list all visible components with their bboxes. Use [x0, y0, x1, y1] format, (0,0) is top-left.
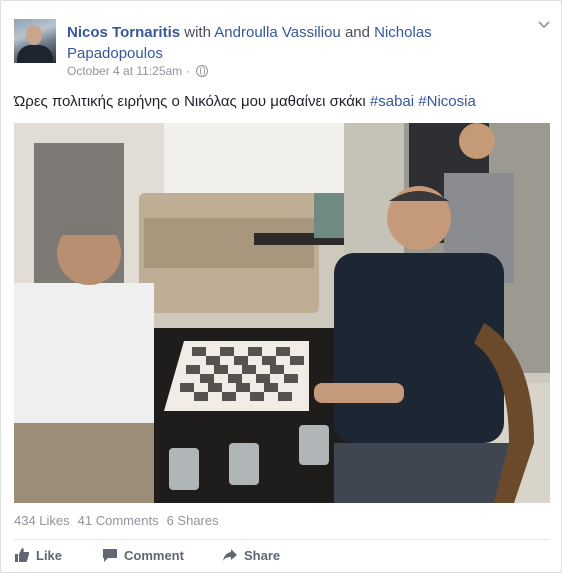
like-button[interactable]: Like [14, 547, 62, 563]
avatar-body [17, 45, 53, 63]
and-text: and [344, 24, 370, 41]
meta-separator: · [186, 64, 191, 78]
shares-count[interactable]: 6 Shares [167, 513, 219, 528]
share-label: Share [244, 547, 281, 563]
post-text: Ώρες πολιτικής ειρήνης ο Νικόλας μου μαθ… [14, 93, 476, 110]
post-text-main: Ώρες πολιτικής ειρήνης ο Νικόλας μου μαθ… [14, 93, 366, 110]
comment-label: Comment [124, 547, 184, 563]
divider [14, 539, 550, 540]
hashtag-nicosia[interactable]: #Nicosia [418, 93, 476, 110]
author-name[interactable]: Nicos Tornaritis [67, 24, 180, 41]
share-button[interactable]: Share [222, 547, 280, 563]
comment-icon [103, 549, 117, 562]
tagged-user-1[interactable]: Androulla Vassiliou [214, 24, 340, 41]
chevron-down-icon[interactable] [538, 21, 550, 29]
globe-icon[interactable] [196, 65, 209, 77]
post-timestamp[interactable]: October 4 at 11:25am [67, 64, 182, 78]
post-stats: 434 Likes 41 Comments 6 Shares [14, 513, 219, 528]
post-meta: October 4 at 11:25am · [67, 64, 209, 78]
photo-illustration [14, 123, 550, 503]
post-photo[interactable] [14, 123, 550, 503]
avatar-head [26, 25, 42, 45]
comments-count[interactable]: 41 Comments [78, 513, 159, 528]
author-avatar[interactable] [14, 19, 56, 63]
likes-count[interactable]: 434 Likes [14, 513, 70, 528]
post-card: Nicos Tornaritis with Androulla Vassilio… [0, 0, 562, 573]
thumbs-up-icon [15, 548, 30, 562]
like-label: Like [36, 547, 63, 563]
with-text: with [184, 24, 211, 41]
share-arrow-icon [223, 549, 237, 561]
post-header: Nicos Tornaritis with Androulla Vassilio… [67, 22, 527, 64]
comment-button[interactable]: Comment [102, 547, 184, 563]
hashtag-sabai[interactable]: #sabai [370, 93, 414, 110]
